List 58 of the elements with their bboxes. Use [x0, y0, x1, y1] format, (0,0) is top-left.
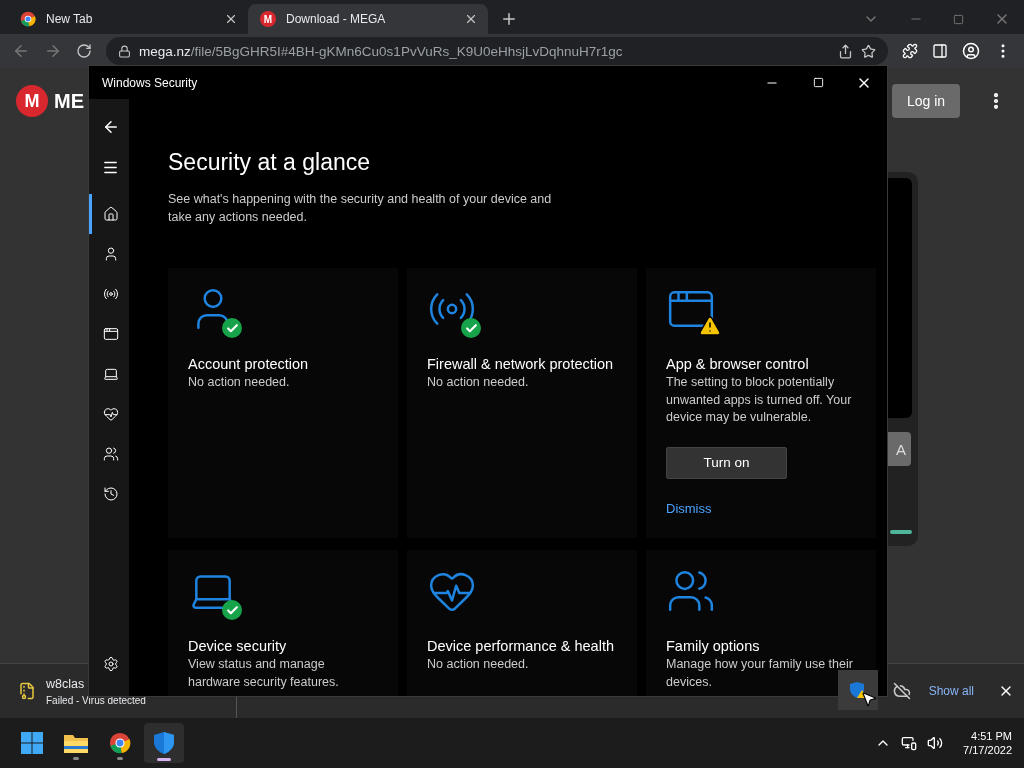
folder-icon[interactable]: [63, 732, 89, 754]
forward-icon[interactable]: [44, 42, 62, 60]
running-indicator: [117, 757, 123, 760]
running-indicator: [73, 757, 79, 760]
card-title: Account protection: [188, 355, 310, 374]
star-icon[interactable]: [861, 43, 876, 59]
show-all-link[interactable]: Show all: [928, 684, 974, 698]
browser-tab[interactable]: New Tab: [8, 4, 248, 34]
mouse-cursor-icon: [860, 690, 878, 708]
card-title: Firewall & network protection: [427, 355, 615, 374]
download-status: Failed - Virus detected: [46, 694, 146, 706]
card-title: Device performance & health: [427, 637, 615, 656]
archive-file-icon: [18, 682, 36, 700]
page-heading: Security at a glance: [168, 149, 371, 176]
card-description: No action needed.: [427, 374, 530, 391]
login-button[interactable]: Log in: [892, 84, 960, 118]
card-title: App & browser control: [666, 355, 810, 374]
volume-icon[interactable]: [927, 735, 944, 751]
shield-icon[interactable]: [153, 731, 175, 755]
window-title: Windows Security: [102, 75, 199, 90]
mega-favicon: M: [260, 11, 276, 27]
logo-text: ME: [54, 89, 84, 113]
puzzle-icon[interactable]: [902, 43, 918, 59]
page-button[interactable]: A: [888, 432, 911, 466]
reload-icon[interactable]: [76, 43, 92, 59]
browser-tab[interactable]: M Download - MEGA: [248, 4, 488, 34]
chrome-icon: [109, 732, 131, 754]
card-title: Device security: [188, 637, 288, 656]
card-description: Manage how your family use their devices.: [666, 656, 854, 691]
tab-title: New Tab: [46, 12, 94, 26]
network-icon[interactable]: [901, 735, 918, 751]
cloud-off-icon[interactable]: [892, 682, 911, 700]
page-subtitle: See what's happening with the security and health of your device and take any actions needed.: [168, 191, 553, 226]
tab-title: Download - MEGA: [286, 12, 387, 26]
logo-mark: M: [16, 85, 48, 117]
dismiss-link[interactable]: Dismiss: [666, 500, 856, 516]
card-description: No action needed.: [427, 656, 530, 673]
share-icon[interactable]: [838, 43, 853, 59]
card-description: View status and manage hardware security features.: [188, 656, 340, 691]
turn-on-button[interactable]: Turn on: [666, 446, 787, 479]
close-icon[interactable]: [464, 12, 478, 26]
shield-warning-icon: [849, 681, 867, 699]
running-indicator: [157, 758, 171, 761]
clock[interactable]: 4:51 PM 7/17/2022: [963, 730, 1012, 756]
chrome-icon: [20, 11, 36, 27]
card-description: No action needed.: [188, 374, 291, 391]
card-title: Family options: [666, 637, 761, 656]
side-panel-icon[interactable]: [932, 43, 948, 59]
close-icon[interactable]: [224, 12, 238, 26]
tray-hover-button[interactable]: [838, 670, 878, 710]
lock-icon: [118, 44, 131, 58]
file-name[interactable]: w8clas: [46, 676, 85, 691]
profile-icon[interactable]: [962, 42, 980, 60]
windows-start-icon[interactable]: [20, 731, 44, 755]
card-description: The setting to block potentially unwanted apps is turned off. Your device may be vulnerable.: [666, 374, 853, 426]
address-bar[interactable]: mega.nz/file/5BgGHR5I#4BH-gKMn6Cu0s1PvVuRs_K9U0eHhsjLvDqhnuH7r1gc: [106, 37, 888, 65]
taskbar-app[interactable]: [144, 723, 184, 763]
url-text: mega.nz/file/5BgGHR5I#4BH-gKMn6Cu0s1PvVuRs_K9U0eHhsjLvDqhnuH7r1gc: [139, 43, 624, 59]
